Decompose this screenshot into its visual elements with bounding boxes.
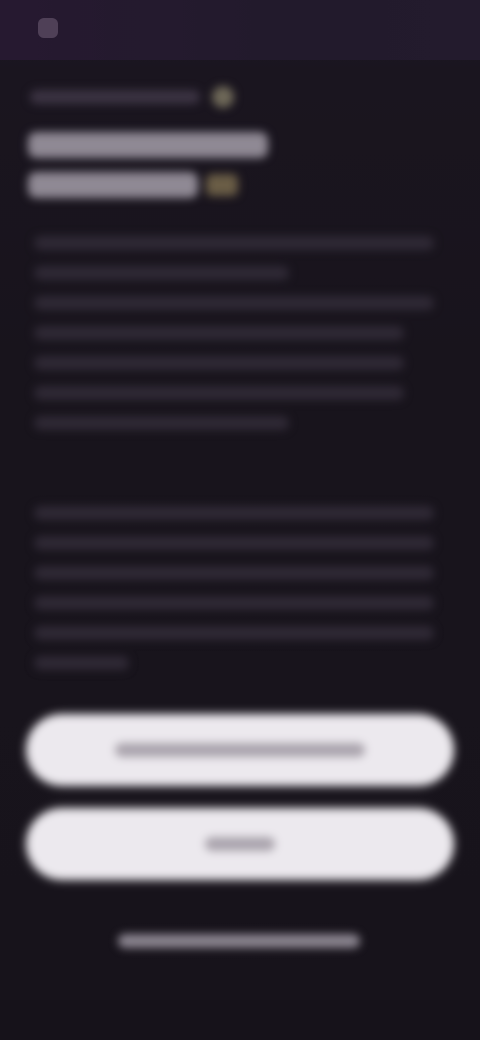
page-title-line-1 <box>28 132 268 158</box>
paragraph-1 <box>34 236 440 446</box>
breadcrumb[interactable] <box>30 86 234 108</box>
app-logo-icon <box>38 18 58 38</box>
paragraph-line <box>34 236 434 250</box>
paragraph-line <box>34 416 289 430</box>
primary-action-button[interactable] <box>26 714 454 786</box>
paragraph-line <box>34 386 404 400</box>
paragraph-line <box>34 566 434 580</box>
paragraph-line <box>34 596 434 610</box>
paragraph-line <box>34 536 434 550</box>
secondary-action-label <box>205 837 275 851</box>
bottom-safe-area <box>0 1000 480 1040</box>
page-title-line-2 <box>28 172 198 198</box>
paragraph-line <box>34 626 434 640</box>
primary-action-label <box>115 743 365 757</box>
secondary-action-button[interactable] <box>26 808 454 880</box>
paragraph-line <box>34 296 434 310</box>
title-emoji-icon <box>206 174 238 196</box>
paragraph-2 <box>34 506 440 686</box>
info-icon <box>212 86 234 108</box>
breadcrumb-text <box>30 90 200 104</box>
footer-link[interactable] <box>118 934 360 948</box>
paragraph-line <box>34 326 404 340</box>
paragraph-line <box>34 266 289 280</box>
paragraph-line <box>34 656 129 670</box>
top-bar <box>0 0 480 60</box>
paragraph-line <box>34 356 404 370</box>
paragraph-line <box>34 506 434 520</box>
app-screen <box>0 0 480 1040</box>
